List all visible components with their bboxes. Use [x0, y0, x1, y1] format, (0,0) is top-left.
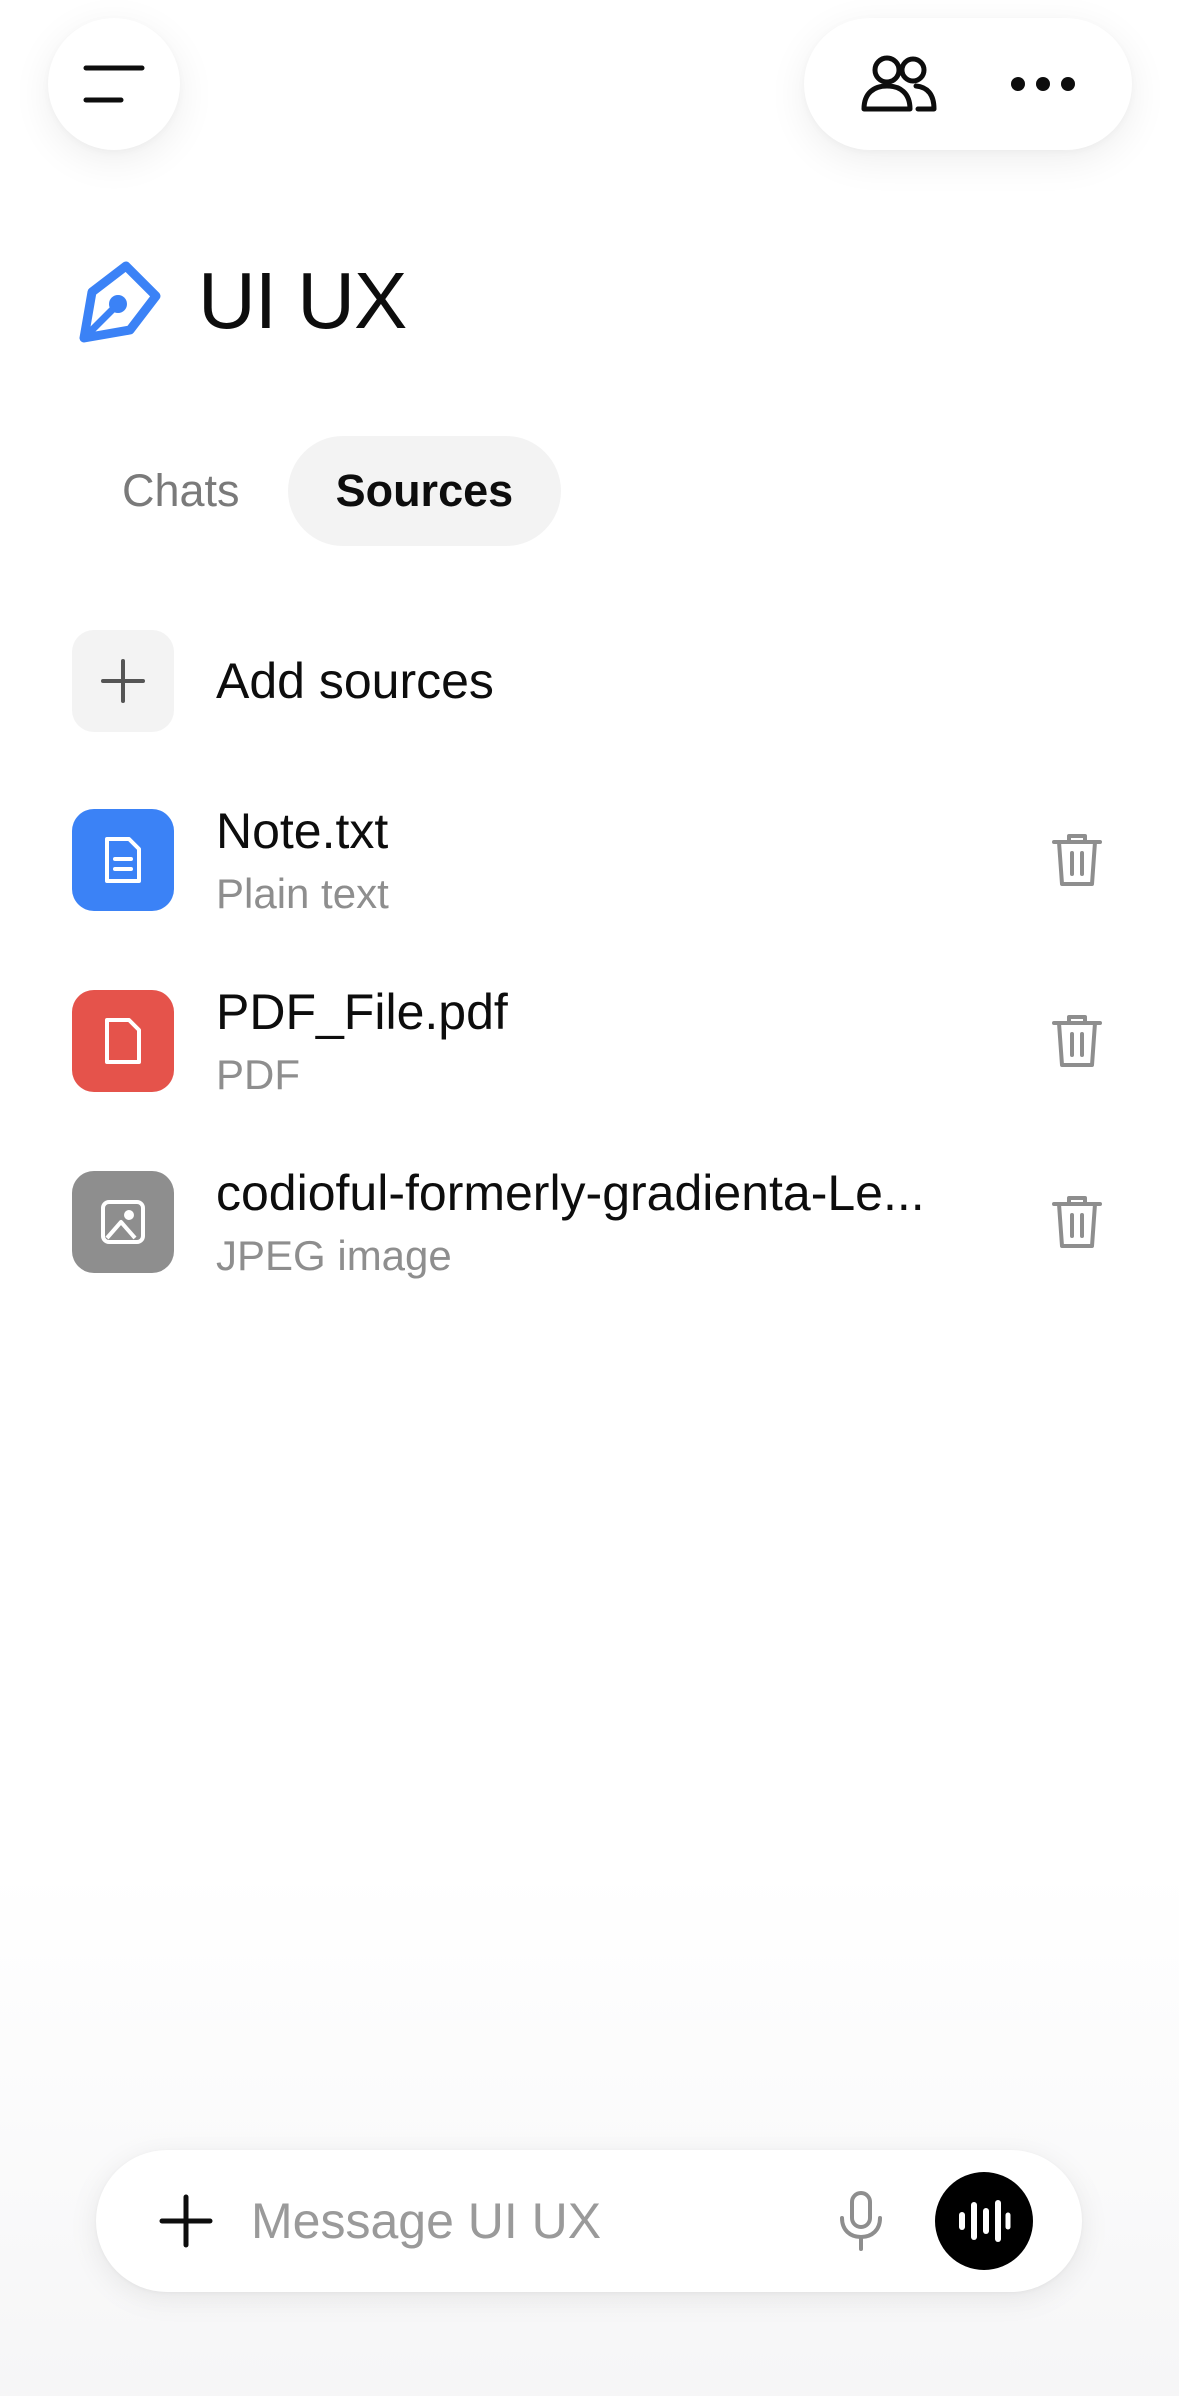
source-item[interactable]: codioful-formerly-gradienta-Le... JPEG i… [72, 1164, 1112, 1280]
add-sources-button[interactable]: Add sources [72, 630, 1112, 732]
share-people-button[interactable] [860, 53, 938, 115]
plus-icon [72, 630, 174, 732]
source-item[interactable]: PDF_File.pdf PDF [72, 983, 1112, 1099]
pen-nib-icon [74, 256, 164, 346]
project-header: UI UX [74, 255, 407, 347]
trash-icon[interactable] [1042, 1006, 1112, 1076]
more-horizontal-icon [1011, 77, 1075, 91]
more-button[interactable] [1010, 76, 1076, 92]
trash-icon[interactable] [1042, 825, 1112, 895]
tab-chats[interactable]: Chats [74, 436, 288, 546]
source-name: Note.txt [216, 803, 389, 859]
source-type: Plain text [216, 870, 389, 917]
source-name: codioful-formerly-gradienta-Le... [216, 1165, 925, 1221]
message-input[interactable] [251, 2181, 811, 2261]
tab-bar: Chats Sources [74, 436, 562, 546]
project-title: UI UX [198, 256, 407, 345]
pdf-file-icon [72, 990, 174, 1092]
microphone-icon [840, 2191, 882, 2251]
menu-button[interactable] [48, 18, 180, 150]
message-composer [96, 2150, 1082, 2292]
trash-icon[interactable] [1042, 1187, 1112, 1257]
source-name: PDF_File.pdf [216, 984, 508, 1040]
source-type: PDF [216, 1051, 300, 1098]
source-type: JPEG image [216, 1232, 452, 1279]
people-icon [861, 55, 937, 112]
add-sources-label: Add sources [216, 653, 494, 709]
image-file-icon [72, 1171, 174, 1273]
waveform-icon [959, 2200, 1011, 2242]
text-file-icon [72, 809, 174, 911]
tab-sources[interactable]: Sources [287, 436, 562, 546]
project-page: UI UX Chats Sources Add sources Note.txt… [0, 0, 1179, 2396]
menu-icon [83, 64, 145, 104]
voice-mode-button[interactable] [935, 2172, 1033, 2270]
plus-icon [159, 2194, 213, 2248]
microphone-button[interactable] [821, 2181, 901, 2261]
source-item[interactable]: Note.txt Plain text [72, 802, 1112, 918]
attach-plus-button[interactable] [141, 2176, 231, 2266]
header-actions [804, 18, 1132, 150]
